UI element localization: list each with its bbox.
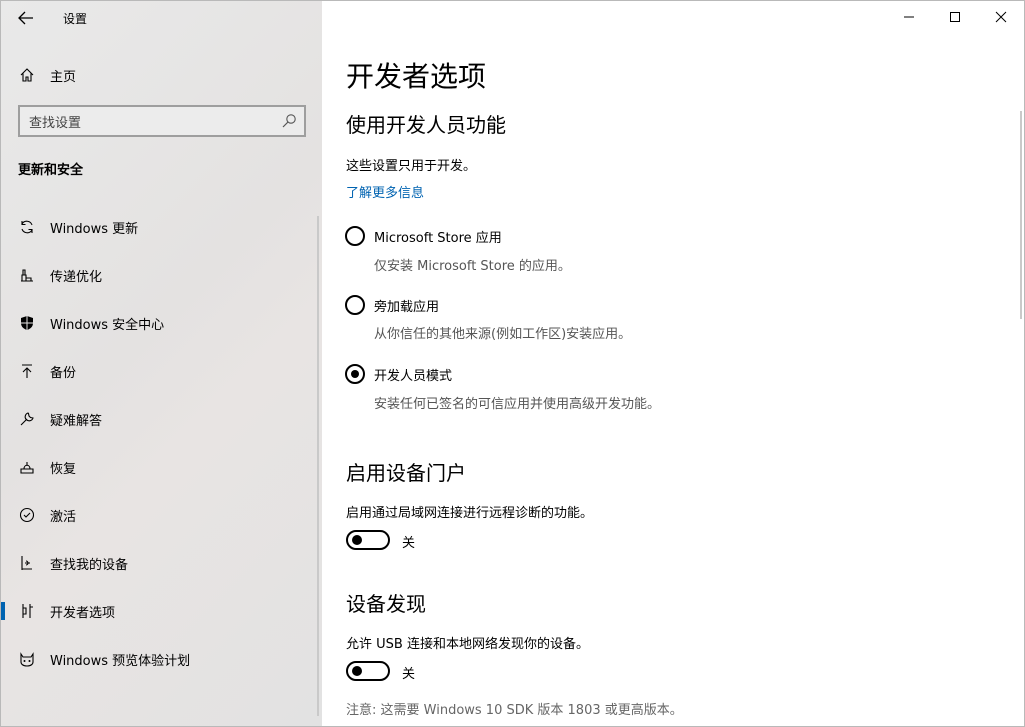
device-portal-toggle-state: 关 xyxy=(402,536,416,551)
check-circle-icon xyxy=(19,507,35,523)
learn-more-link[interactable]: 了解更多信息 xyxy=(346,182,424,201)
sidebar-item-label: Windows 预览体验计划 xyxy=(50,653,191,669)
sidebar-item-windows-security[interactable]: Windows 安全中心 xyxy=(1,299,322,347)
developer-tools-icon xyxy=(19,603,35,619)
sidebar-item-label: 疑难解答 xyxy=(50,413,103,429)
device-discovery-toggle-state: 关 xyxy=(402,667,416,682)
nav-home[interactable]: 主页 xyxy=(1,59,322,91)
sdk-note: 注意: 这需要 Windows 10 SDK 版本 1803 或更高版本。 xyxy=(346,703,683,718)
device-discovery-toggle[interactable] xyxy=(346,661,390,681)
sidebar-item-developer-options[interactable]: 开发者选项 xyxy=(1,587,322,635)
sidebar-item-find-my-device[interactable]: 查找我的设备 xyxy=(1,539,322,587)
person-locate-icon xyxy=(19,555,35,571)
radio-description: 仅安装 Microsoft Store 的应用。 xyxy=(374,259,571,274)
device-portal-description: 启用通过局域网连接进行远程诊断的功能。 xyxy=(346,506,594,521)
device-discovery-heading: 设备发现 xyxy=(346,592,426,616)
radio-label: Microsoft Store 应用 xyxy=(374,230,502,246)
nav-list: Windows 更新 传递优化 Windows 安全中心 备份 疑难解答 恢复 … xyxy=(1,203,322,683)
sidebar-item-label: Windows 安全中心 xyxy=(50,317,165,333)
radio-sideload-apps[interactable]: 旁加载应用 xyxy=(345,294,439,316)
sidebar: 设置 主页 查找设置 更新和安全 Windows 更新 传递优化 Windows… xyxy=(1,1,322,726)
wrench-icon xyxy=(19,411,35,427)
sidebar-item-label: 恢复 xyxy=(50,461,77,477)
maximize-button[interactable] xyxy=(932,1,978,33)
back-button[interactable] xyxy=(11,5,41,31)
close-icon xyxy=(995,11,1007,23)
window-title: 设置 xyxy=(63,12,88,26)
sidebar-item-label: 激活 xyxy=(50,509,77,525)
radio-store-apps[interactable]: Microsoft Store 应用 xyxy=(345,225,502,247)
search-icon xyxy=(282,114,296,128)
sync-icon xyxy=(19,219,35,235)
backup-arrow-icon xyxy=(19,363,35,379)
sidebar-item-delivery-optimization[interactable]: 传递优化 xyxy=(1,251,322,299)
insider-cat-icon xyxy=(19,651,35,667)
delivery-optimization-icon xyxy=(19,267,35,283)
minimize-button[interactable] xyxy=(886,1,932,33)
radio-label: 开发人员模式 xyxy=(374,368,453,384)
recovery-icon xyxy=(19,459,35,475)
nav-home-label: 主页 xyxy=(50,69,77,85)
home-icon xyxy=(19,67,35,83)
radio-description: 从你信任的其他来源(例如工作区)安装应用。 xyxy=(374,327,632,342)
close-button[interactable] xyxy=(978,1,1024,33)
search-placeholder: 查找设置 xyxy=(29,115,82,131)
sidebar-item-backup[interactable]: 备份 xyxy=(1,347,322,395)
page-title: 开发者选项 xyxy=(346,60,487,93)
sidebar-item-label: Windows 更新 xyxy=(50,221,139,237)
sidebar-item-activation[interactable]: 激活 xyxy=(1,491,322,539)
device-discovery-description: 允许 USB 连接和本地网络发现你的设备。 xyxy=(346,637,589,652)
device-portal-heading: 启用设备门户 xyxy=(346,461,466,485)
search-input[interactable]: 查找设置 xyxy=(18,105,306,137)
main-content: 开发者选项 使用开发人员功能 这些设置只用于开发。 了解更多信息 Microso… xyxy=(322,1,1024,726)
sidebar-scrollbar[interactable] xyxy=(317,216,319,716)
dev-features-description: 这些设置只用于开发。 xyxy=(346,159,477,174)
sidebar-item-label: 查找我的设备 xyxy=(50,557,129,573)
sidebar-item-windows-update[interactable]: Windows 更新 xyxy=(1,203,322,251)
radio-button[interactable] xyxy=(345,295,365,315)
selection-indicator xyxy=(1,602,5,620)
sidebar-item-troubleshoot[interactable]: 疑难解答 xyxy=(1,395,322,443)
shield-icon xyxy=(19,315,35,331)
radio-label: 旁加载应用 xyxy=(374,299,440,315)
minimize-icon xyxy=(904,16,914,18)
section-title: 更新和安全 xyxy=(18,163,84,178)
radio-button-selected[interactable] xyxy=(345,364,365,384)
maximize-icon xyxy=(950,12,960,22)
sidebar-item-label: 传递优化 xyxy=(50,269,103,285)
main-scrollbar[interactable] xyxy=(1020,111,1022,319)
sidebar-item-windows-insider[interactable]: Windows 预览体验计划 xyxy=(1,635,322,683)
settings-window: 设置 主页 查找设置 更新和安全 Windows 更新 传递优化 Windows… xyxy=(0,0,1025,727)
radio-description: 安装任何已签名的可信应用并使用高级开发功能。 xyxy=(374,397,661,412)
back-arrow-icon xyxy=(18,11,33,25)
sidebar-item-label: 备份 xyxy=(50,365,77,381)
sidebar-item-label: 开发者选项 xyxy=(50,605,116,621)
radio-developer-mode[interactable]: 开发人员模式 xyxy=(345,363,452,385)
device-portal-toggle[interactable] xyxy=(346,530,390,550)
sidebar-item-recovery[interactable]: 恢复 xyxy=(1,443,322,491)
radio-button[interactable] xyxy=(345,226,365,246)
dev-features-heading: 使用开发人员功能 xyxy=(346,113,506,137)
